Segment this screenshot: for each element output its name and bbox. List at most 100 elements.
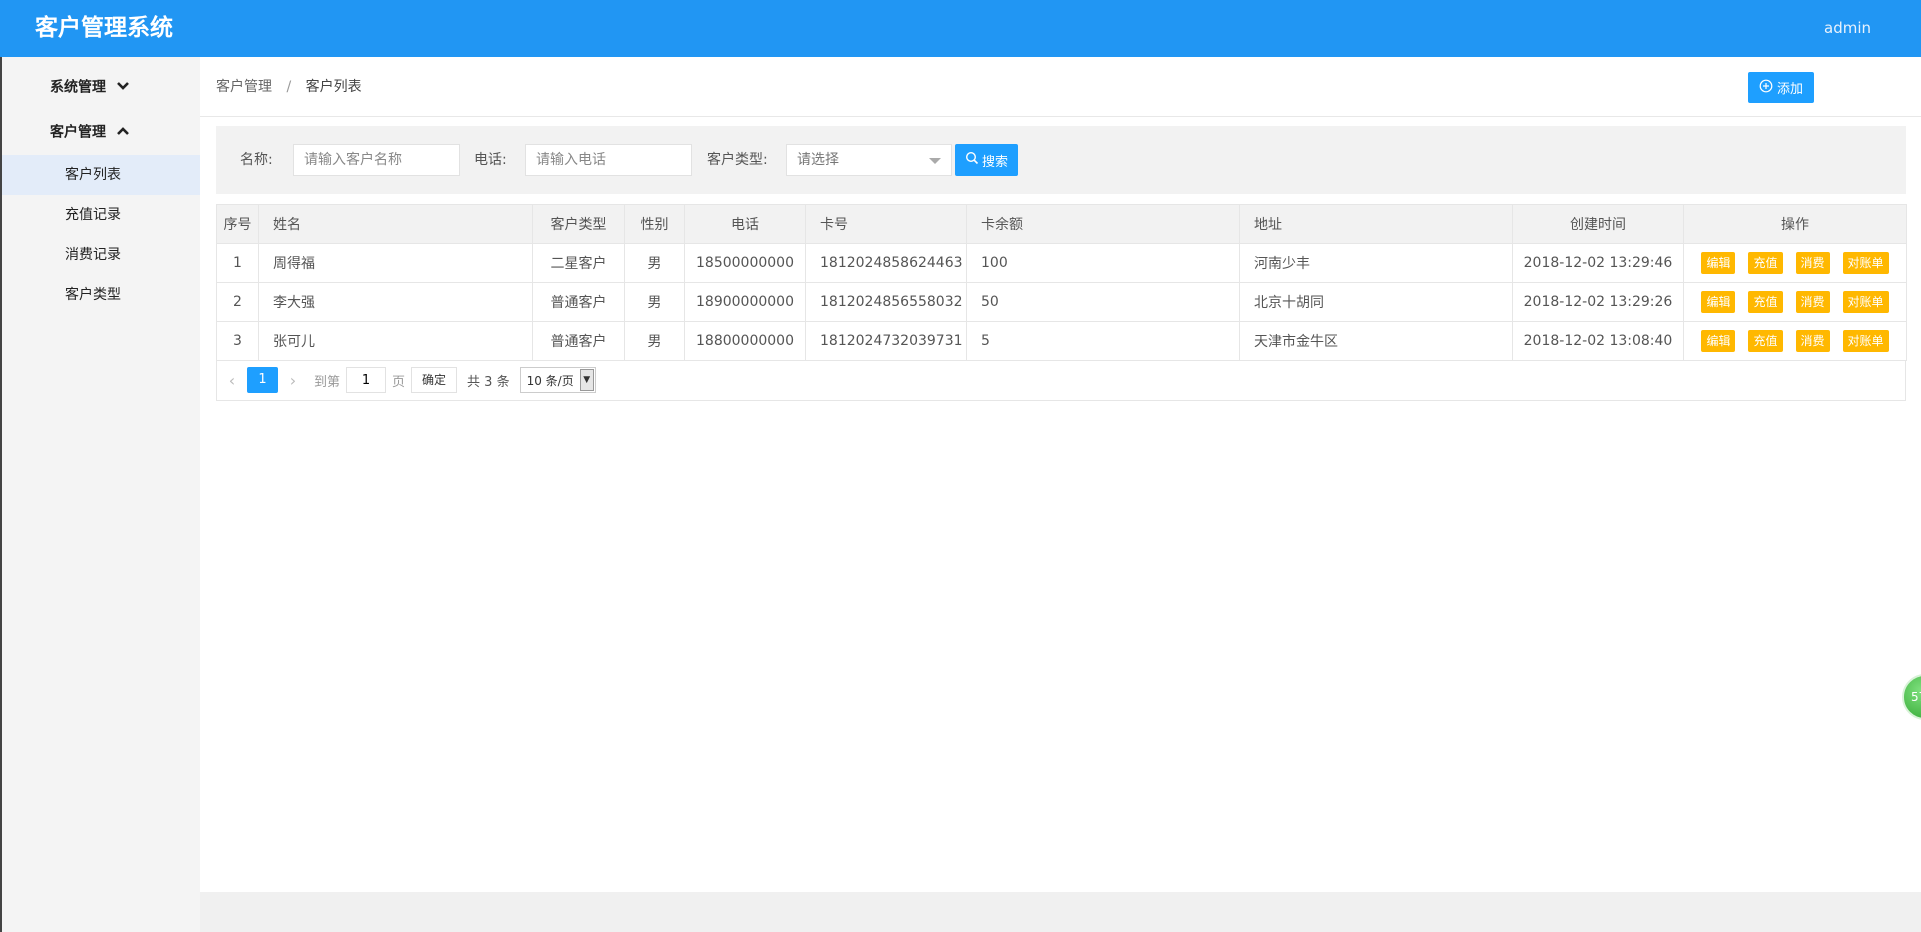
cell-balance: 5 [966, 321, 1240, 361]
cell-name: 张可儿 [258, 321, 533, 361]
phone-label: 电话: [474, 152, 507, 168]
goto-page-input[interactable] [346, 367, 387, 393]
next-page-icon[interactable]: › [278, 371, 308, 390]
page-size-value: 10 条/页 [526, 373, 574, 388]
breadcrumb-bar: 客户管理 / 客户列表 添加 [200, 57, 1921, 117]
statement-button[interactable]: 对账单 [1842, 252, 1889, 274]
recharge-button[interactable]: 充值 [1748, 330, 1783, 352]
cell-phone: 18800000000 [684, 321, 806, 361]
cell-address: 北京十胡同 [1239, 282, 1513, 322]
column-header-card: 卡号 [805, 204, 967, 244]
name-label: 名称: [240, 152, 273, 168]
sidebar-item-consume-records[interactable]: 消费记录 [2, 235, 200, 275]
recharge-button[interactable]: 充值 [1748, 252, 1783, 274]
recharge-button[interactable]: 充值 [1748, 291, 1783, 313]
cell-address: 河南少丰 [1239, 243, 1513, 283]
column-header-address: 地址 [1239, 204, 1513, 244]
breadcrumb: 客户管理 / 客户列表 [216, 57, 362, 117]
cell-type: 普通客户 [532, 282, 625, 322]
column-header-actions: 操作 [1683, 204, 1907, 244]
sidebar-item-customer-types[interactable]: 客户类型 [2, 275, 200, 315]
cell-created: 2018-12-02 13:29:46 [1512, 243, 1684, 283]
cell-phone: 18500000000 [684, 243, 806, 283]
search-button-label: 搜索 [981, 154, 1008, 170]
statement-button[interactable]: 对账单 [1842, 291, 1889, 313]
column-header-index: 序号 [216, 204, 259, 244]
table-header-row: 序号 姓名 客户类型 性别 电话 卡号 卡余额 地址 创建时间 操作 [216, 204, 1907, 244]
chevron-down-icon [116, 65, 129, 110]
app-title: 客户管理系统 [35, 15, 173, 41]
cell-index: 2 [216, 282, 259, 322]
cell-card: 1812024732039731 [805, 321, 967, 361]
customer-type-select[interactable]: 请选择 [786, 144, 952, 176]
column-header-created: 创建时间 [1512, 204, 1684, 244]
statement-button[interactable]: 对账单 [1842, 330, 1889, 352]
top-header: 客户管理系统 admin [0, 0, 1921, 57]
pagination: ‹ 1 › 到第 页 确定 共 3 条 10 条/页 ▼ [217, 360, 596, 400]
cell-actions: 编辑 充值 消费 对账单 [1683, 282, 1907, 322]
column-header-gender: 性别 [624, 204, 685, 244]
table-row: 1 周得福 二星客户 男 18500000000 181202485862446… [216, 243, 1907, 283]
user-name[interactable]: admin [1824, 0, 1871, 57]
phone-input[interactable] [525, 144, 692, 176]
customer-type-label: 客户类型: [707, 152, 768, 168]
search-button[interactable]: 搜索 [955, 144, 1018, 176]
sidebar-group-label: 客户管理 [50, 124, 106, 141]
sidebar-item-recharge-records[interactable]: 充值记录 [2, 195, 200, 235]
caret-down-icon [929, 158, 941, 164]
add-customer-button[interactable]: 添加 [1748, 72, 1814, 103]
customer-name-input[interactable] [293, 144, 460, 176]
pagination-row: ‹ 1 › 到第 页 确定 共 3 条 10 条/页 ▼ [216, 360, 1906, 401]
cell-created: 2018-12-02 13:29:26 [1512, 282, 1684, 322]
cell-address: 天津市金牛区 [1239, 321, 1513, 361]
consume-button[interactable]: 消费 [1795, 252, 1830, 274]
cell-index: 3 [216, 321, 259, 361]
edit-button[interactable]: 编辑 [1701, 291, 1736, 313]
column-header-name: 姓名 [258, 204, 533, 244]
sidebar-group-customer[interactable]: 客户管理 [2, 110, 200, 155]
goto-label: 到第 [314, 374, 341, 390]
cell-gender: 男 [624, 321, 685, 361]
sidebar-item-customer-list[interactable]: 客户列表 [2, 155, 200, 195]
cell-name: 周得福 [258, 243, 533, 283]
breadcrumb-separator: / [286, 79, 292, 95]
customer-table: 序号 姓名 客户类型 性别 电话 卡号 卡余额 地址 创建时间 操作 1 周得福… [216, 204, 1907, 361]
select-value: 请选择 [797, 152, 839, 168]
page-size-select[interactable]: 10 条/页 ▼ [519, 367, 596, 393]
cell-index: 1 [216, 243, 259, 283]
cell-actions: 编辑 充值 消费 对账单 [1683, 243, 1907, 283]
plus-circle-icon [1759, 79, 1773, 97]
page-number-current[interactable]: 1 [247, 367, 278, 393]
breadcrumb-parent[interactable]: 客户管理 [216, 79, 272, 95]
cell-phone: 18900000000 [684, 282, 806, 322]
cell-type: 普通客户 [532, 321, 625, 361]
cell-created: 2018-12-02 13:08:40 [1512, 321, 1684, 361]
cell-gender: 男 [624, 243, 685, 283]
cell-balance: 50 [966, 282, 1240, 322]
dropdown-arrow-icon: ▼ [579, 369, 594, 391]
main-content: 客户管理 / 客户列表 添加 名称: 电话: 客户类型: 请选择 搜索 [200, 57, 1921, 892]
table-row: 2 李大强 普通客户 男 18900000000 181202485655803… [216, 282, 1907, 322]
goto-confirm-button[interactable]: 确定 [411, 367, 458, 393]
consume-button[interactable]: 消费 [1795, 330, 1830, 352]
chevron-up-icon [116, 110, 129, 155]
page-suffix: 页 [392, 374, 406, 390]
cell-type: 二星客户 [532, 243, 625, 283]
cell-gender: 男 [624, 282, 685, 322]
breadcrumb-current: 客户列表 [305, 79, 362, 95]
column-header-phone: 电话 [684, 204, 806, 244]
sidebar-group-label: 系统管理 [50, 79, 106, 96]
add-button-label: 添加 [1776, 82, 1803, 97]
edit-button[interactable]: 编辑 [1701, 330, 1736, 352]
column-header-type: 客户类型 [532, 204, 625, 244]
cell-card: 1812024856558032 [805, 282, 967, 322]
footer [200, 892, 1921, 932]
table-row: 3 张可儿 普通客户 男 18800000000 181202473203973… [216, 321, 1907, 361]
column-header-balance: 卡余额 [966, 204, 1240, 244]
search-form: 名称: 电话: 客户类型: 请选择 搜索 [216, 126, 1906, 194]
consume-button[interactable]: 消费 [1795, 291, 1830, 313]
edit-button[interactable]: 编辑 [1701, 252, 1736, 274]
search-icon [965, 151, 979, 169]
sidebar-group-system[interactable]: 系统管理 [2, 65, 200, 110]
prev-page-icon[interactable]: ‹ [217, 371, 247, 390]
